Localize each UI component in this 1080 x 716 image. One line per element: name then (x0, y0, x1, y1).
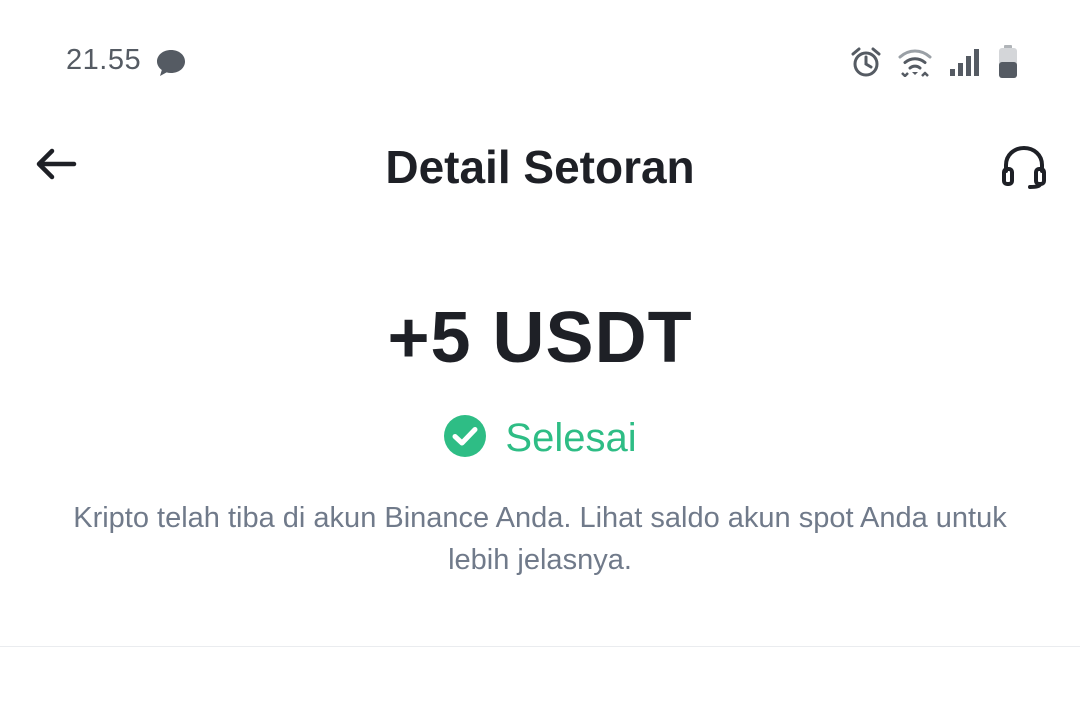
battery-icon (998, 45, 1018, 79)
section-divider (0, 646, 1080, 647)
status-bar: 21.55 (0, 0, 1080, 120)
status-icons (850, 44, 1018, 80)
top-app-bar: Detail Setoran (0, 120, 1080, 216)
customer-support-button[interactable] (998, 142, 1050, 194)
status-time: 21.55 (66, 44, 142, 76)
signal-icon (948, 47, 982, 77)
headset-icon (1000, 143, 1048, 194)
deposit-description: Kripto telah tiba di akun Binance Anda. … (73, 502, 1007, 576)
chat-bubble-icon (155, 48, 187, 78)
alarm-icon (850, 46, 882, 78)
check-circle-icon (443, 414, 487, 463)
status-label: Selesai (505, 416, 637, 460)
deposit-amount: +5 USDT (387, 298, 693, 378)
deposit-status: Selesai (0, 414, 1080, 463)
wifi-icon (898, 47, 932, 77)
page-title: Detail Setoran (385, 141, 695, 193)
